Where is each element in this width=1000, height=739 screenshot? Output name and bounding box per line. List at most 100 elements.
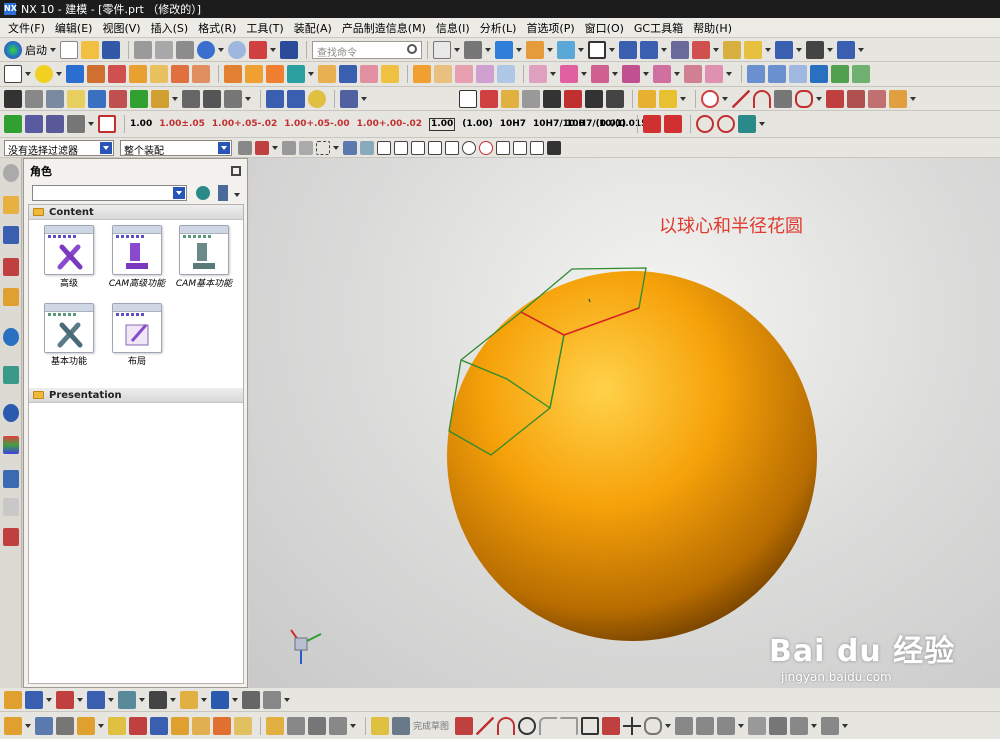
section-view-icon[interactable]	[526, 40, 544, 59]
chevron-down-icon[interactable]	[88, 122, 94, 126]
maximize-icon[interactable]	[231, 166, 241, 176]
offset-curve-icon[interactable]	[826, 89, 844, 108]
array-component-icon[interactable]	[87, 690, 105, 709]
offset-icon[interactable]	[329, 716, 347, 735]
rectangle-icon[interactable]	[581, 716, 600, 735]
resize-face-icon[interactable]	[653, 65, 671, 83]
rendering-icon[interactable]	[638, 89, 656, 108]
info-icon[interactable]	[671, 40, 689, 59]
chevron-down-icon[interactable]	[661, 47, 667, 52]
select-all-icon[interactable]	[255, 140, 269, 155]
offset-face-icon[interactable]	[455, 65, 473, 83]
dim-button-3[interactable]: 1.00+.05-.02	[212, 119, 277, 129]
dropdown-arrow-icon[interactable]	[218, 141, 230, 154]
chevron-down-icon[interactable]	[713, 47, 719, 52]
rapid-dimension-icon[interactable]	[748, 716, 767, 735]
chevron-down-icon[interactable]	[56, 72, 62, 76]
section-header[interactable]: Content	[29, 205, 243, 220]
extrude-icon[interactable]	[87, 65, 105, 83]
chevron-down-icon[interactable]	[270, 47, 276, 52]
menu-view[interactable]: 视图(V)	[102, 20, 140, 36]
snap-center-icon[interactable]	[462, 140, 476, 155]
chevron-down-icon[interactable]	[581, 72, 587, 76]
render-style-icon[interactable]	[464, 40, 482, 59]
snap-icon[interactable]	[775, 40, 793, 59]
datum-feature-icon[interactable]	[501, 89, 519, 108]
role-filter-combo[interactable]	[32, 185, 187, 201]
type-filter-select[interactable]: 没有选择过滤器	[4, 139, 114, 157]
point-small-icon[interactable]	[623, 716, 642, 735]
replace-face-icon[interactable]	[622, 65, 640, 83]
point-icon[interactable]	[4, 89, 22, 108]
chevron-down-icon[interactable]	[680, 96, 686, 101]
auto-constrain-icon[interactable]	[790, 716, 809, 735]
note-icon[interactable]	[522, 89, 540, 108]
measure-dim-icon[interactable]	[643, 115, 662, 133]
select-icon[interactable]	[249, 40, 267, 59]
mirror-assembly-icon[interactable]	[118, 690, 136, 709]
delete-face-icon[interactable]	[591, 65, 609, 83]
menu-insert[interactable]: 插入(S)	[151, 20, 189, 36]
combined-curve-icon[interactable]	[889, 89, 907, 108]
boss-icon[interactable]	[150, 65, 168, 83]
chevron-down-icon[interactable]	[245, 96, 251, 101]
chevron-down-icon[interactable]	[796, 47, 802, 52]
cone-icon[interactable]	[287, 89, 305, 108]
assembly-navigator-icon[interactable]	[3, 226, 19, 244]
arc-icon[interactable]	[753, 89, 771, 108]
circle-icon[interactable]	[518, 716, 537, 735]
dim-button-7[interactable]: (1.00)	[462, 119, 492, 129]
diameter-icon[interactable]	[696, 115, 715, 133]
role-item[interactable]: CAM基本功能	[174, 225, 234, 289]
snap-endpoint-icon[interactable]	[394, 140, 408, 155]
chevron-down-icon[interactable]	[609, 47, 615, 52]
snap-intersection-icon[interactable]	[445, 140, 459, 155]
sketch-icon[interactable]	[4, 65, 22, 83]
chevron-down-icon[interactable]	[738, 723, 745, 728]
chevron-down-icon[interactable]	[172, 96, 178, 101]
section-header[interactable]: Presentation	[29, 388, 243, 403]
tolerance-icon[interactable]	[585, 89, 603, 108]
chevron-down-icon[interactable]	[46, 697, 52, 702]
menu-analysis[interactable]: 分析(L)	[480, 20, 517, 36]
menu-preferences[interactable]: 首选项(P)	[526, 20, 574, 36]
chevron-down-icon[interactable]	[333, 145, 339, 150]
curvature-icon[interactable]	[224, 89, 242, 108]
layout-icon[interactable]	[218, 185, 228, 201]
layer-icon[interactable]	[557, 40, 575, 59]
chevron-down-icon[interactable]	[578, 47, 584, 52]
arc-small-icon[interactable]	[497, 716, 516, 735]
ellipse-icon[interactable]	[644, 716, 663, 735]
constrain-icon[interactable]	[88, 89, 106, 108]
chevron-down-icon[interactable]	[827, 47, 833, 52]
dim-button-6[interactable]: 1.00	[429, 117, 456, 131]
open-folder-icon[interactable]	[81, 40, 99, 59]
measure-icon[interactable]	[723, 40, 741, 59]
finish-sketch-icon[interactable]	[392, 716, 410, 735]
menu-help[interactable]: 帮助(H)	[693, 20, 732, 36]
line-small-icon[interactable]	[476, 716, 495, 735]
rectangle-select-icon[interactable]	[316, 140, 330, 155]
role-item[interactable]: 布局	[107, 303, 167, 367]
menu-window[interactable]: 窗口(O)	[585, 20, 624, 36]
snap-quadrant-icon[interactable]	[479, 140, 493, 155]
geometric-constraint-icon[interactable]	[769, 716, 788, 735]
menu-tools[interactable]: 工具(T)	[246, 20, 283, 36]
pattern-icon[interactable]	[287, 65, 305, 83]
start-button[interactable]: 启动	[25, 42, 47, 58]
intersect-icon[interactable]	[266, 65, 284, 83]
tube-small-icon[interactable]	[287, 716, 305, 735]
chevron-down-icon[interactable]	[234, 193, 240, 197]
explode-icon[interactable]	[151, 89, 169, 108]
make-corner-icon[interactable]	[717, 716, 736, 735]
pattern-small-icon[interactable]	[108, 716, 126, 735]
chevron-down-icon[interactable]	[218, 47, 224, 52]
start-icon[interactable]	[4, 40, 22, 59]
new-file-icon[interactable]	[60, 40, 78, 59]
copy-body-icon[interactable]	[35, 716, 53, 735]
sequence-icon[interactable]	[180, 690, 198, 709]
chevron-down-icon[interactable]	[98, 723, 104, 728]
unite-small-icon[interactable]	[77, 716, 95, 735]
fit-view-icon[interactable]	[433, 40, 451, 59]
chevron-down-icon[interactable]	[726, 72, 732, 76]
